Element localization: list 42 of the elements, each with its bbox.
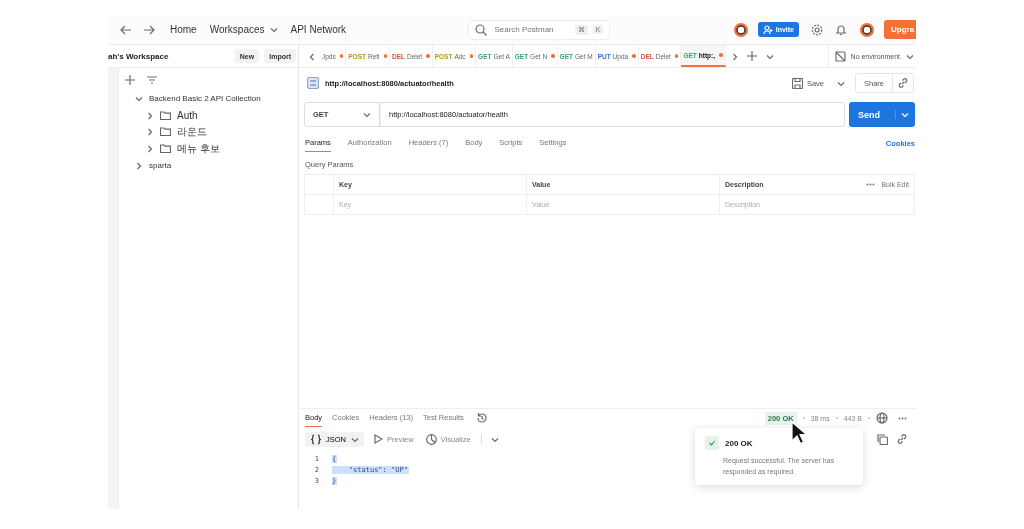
folder-icon — [160, 127, 171, 137]
environment-off-icon — [834, 50, 846, 62]
chevron-down-icon — [268, 25, 278, 34]
link-icon[interactable] — [896, 433, 908, 445]
settings-icon[interactable] — [811, 23, 823, 36]
check-icon — [705, 436, 719, 450]
chevron-down-icon[interactable] — [895, 110, 909, 119]
history-icon[interactable] — [475, 412, 488, 424]
link-icon[interactable] — [897, 77, 909, 89]
search-input[interactable]: Search Postman — [492, 24, 570, 35]
globe-icon[interactable] — [876, 412, 888, 424]
search-icon — [475, 23, 488, 36]
forward-icon[interactable] — [143, 24, 155, 35]
chart-icon — [425, 433, 437, 445]
nav-link[interactable]: Workspaces — [209, 24, 278, 35]
nav-link[interactable]: Home — [170, 24, 197, 35]
collection-item[interactable]: sparta — [119, 157, 298, 174]
logo-icon — [732, 21, 749, 38]
more-icon[interactable] — [866, 183, 876, 186]
collection-item[interactable]: Backend Basic 2 API Collection — [119, 90, 298, 107]
save-icon — [791, 77, 803, 89]
notification-icon[interactable] — [835, 23, 847, 36]
braces-icon — [310, 433, 322, 445]
copy-icon[interactable] — [877, 433, 888, 445]
more-icon[interactable] — [898, 416, 907, 420]
avatar-icon[interactable] — [859, 21, 875, 38]
http-request-icon — [307, 77, 319, 89]
plus-icon[interactable] — [746, 51, 757, 61]
workspace-name[interactable]: ah's Workspace — [108, 51, 235, 61]
folder-item[interactable]: 메뉴 후보 — [119, 140, 298, 158]
folder-icon — [160, 110, 171, 120]
folder-item[interactable]: Auth — [119, 106, 298, 124]
play-icon — [374, 434, 383, 444]
chevron-down-icon — [362, 110, 371, 119]
person-add-icon — [762, 24, 773, 35]
tooltip-title: 200 OK — [725, 438, 753, 448]
plus-icon[interactable] — [125, 75, 135, 85]
folder-item[interactable]: 라운드 — [119, 123, 298, 141]
chevron-left-icon[interactable] — [307, 51, 316, 61]
back-icon[interactable] — [120, 24, 132, 35]
folder-icon — [160, 144, 171, 154]
nav-link[interactable]: API Network — [290, 24, 347, 35]
